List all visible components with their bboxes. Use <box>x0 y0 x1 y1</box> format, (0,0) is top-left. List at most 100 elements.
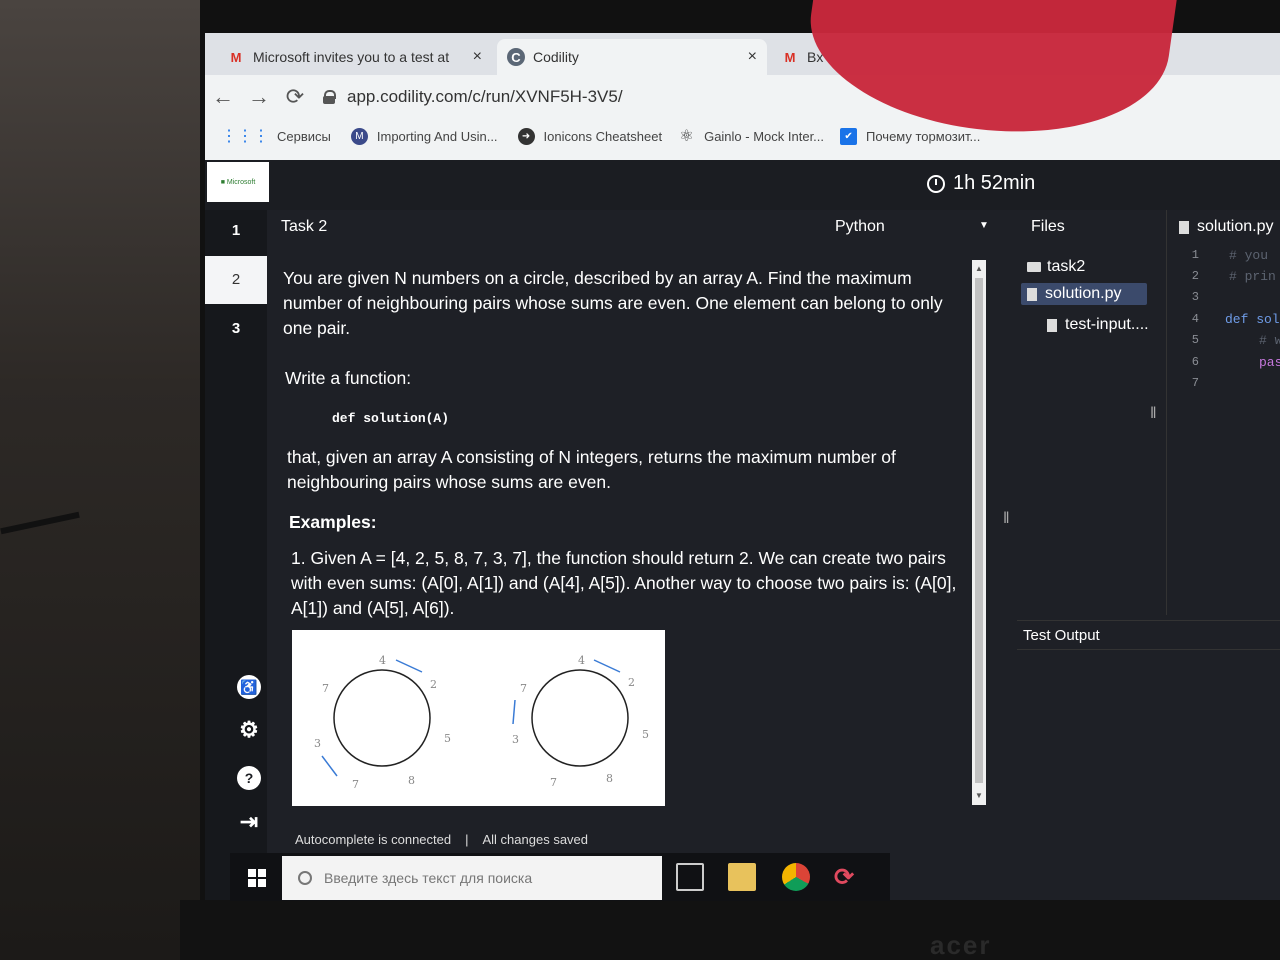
logout-icon[interactable]: ⇥ <box>237 809 261 834</box>
line-number: 1 <box>1191 248 1199 262</box>
pair-arc-right-0 <box>593 659 621 673</box>
write-a-function: Write a function: <box>285 368 412 388</box>
folder-label: task2 <box>1047 258 1086 275</box>
scroll-down-icon[interactable]: ▼ <box>972 789 986 803</box>
back-icon[interactable]: ← <box>205 84 241 110</box>
save-status: All changes saved <box>482 832 589 847</box>
taskbar-search-input[interactable]: Введите здесь текст для поиска <box>282 856 662 900</box>
windows-start-icon[interactable] <box>248 869 266 887</box>
examples-heading: Examples: <box>289 512 377 532</box>
close-icon[interactable]: × <box>748 48 757 66</box>
task-returns: that, given an array A consisting of N i… <box>287 447 896 492</box>
sidebar-task-1[interactable]: 1 <box>205 222 267 239</box>
gmail-icon: M <box>230 49 242 65</box>
tab-microsoft-invite[interactable]: M Microsoft invites you to a test at × <box>217 39 492 75</box>
status-bar: Autocomplete is connected | All changes … <box>295 832 588 847</box>
clock-icon <box>927 174 945 193</box>
editor-tab-solution[interactable]: solution.py <box>1179 218 1274 236</box>
example-figure: 4 2 5 8 7 3 7 4 2 5 8 7 3 7 <box>292 630 665 806</box>
line-number: 5 <box>1191 333 1199 347</box>
bookmark-favicon-icon: ✔ <box>840 127 858 145</box>
file-icon <box>1047 318 1057 332</box>
scroll-up-icon[interactable]: ▲ <box>972 262 986 276</box>
code-line: # prin <box>1229 269 1276 284</box>
app-topbar: ■ Microsoft 1h 52min <box>205 160 1280 210</box>
bookmarks-bar: ⋮⋮⋮ Сервисы M Importing And Usin... ➜ Io… <box>205 121 1280 151</box>
line-number: 4 <box>1191 312 1199 326</box>
sidebar-task-3[interactable]: 3 <box>205 320 267 337</box>
tab-codility[interactable]: C Codility × <box>497 39 767 75</box>
line-number: 2 <box>1191 269 1199 283</box>
file-explorer-icon[interactable] <box>728 863 756 891</box>
windows-taskbar: Введите здесь текст для поиска ⟳ <box>230 853 890 901</box>
gmail-icon: M <box>784 49 796 65</box>
chevron-down-icon[interactable]: ▼ <box>979 220 989 231</box>
apps-grid-icon: ⋮⋮⋮ <box>221 128 269 145</box>
folder-icon <box>1027 262 1041 272</box>
resize-handle-icon[interactable]: ‖ <box>1150 405 1157 423</box>
app-icon[interactable]: ⟳ <box>834 863 862 891</box>
bookmark-services[interactable]: ⋮⋮⋮ Сервисы <box>221 126 331 146</box>
figure-label: 4 <box>379 654 386 667</box>
acer-logo: acer <box>930 930 992 960</box>
task-intro: You are given N numbers on a circle, des… <box>283 268 943 338</box>
figure-label: 7 <box>550 776 557 789</box>
bookmark-importing[interactable]: M Importing And Usin... <box>350 127 498 145</box>
bookmark-label: Ionicons Cheatsheet <box>543 128 663 144</box>
pair-arc-right-1 <box>512 699 516 725</box>
figure-label: 8 <box>606 772 613 785</box>
right-circle <box>531 669 629 767</box>
pair-arc-left-0 <box>395 659 423 673</box>
figure-label: 5 <box>642 728 649 741</box>
left-circle <box>333 669 431 767</box>
files-panel: Files task2 solution.py test-input.... <box>1017 210 1167 615</box>
tab-label: Codility <box>533 49 579 65</box>
tree-file-solution[interactable]: solution.py <box>1021 283 1147 305</box>
scroll-thumb[interactable] <box>975 278 983 783</box>
pair-arc-left-1 <box>321 755 338 777</box>
lock-icon <box>323 90 336 104</box>
file-icon <box>1027 287 1037 301</box>
figure-label: 3 <box>512 733 519 746</box>
gainlo-icon: ⚛ <box>679 128 694 145</box>
language-select[interactable]: Python <box>835 218 885 236</box>
status-separator: | <box>465 832 469 847</box>
bookmark-ionicons[interactable]: ➜ Ionicons Cheatsheet <box>517 127 663 145</box>
tab-label: Microsoft invites you to a test at <box>253 49 450 65</box>
code-line: def sol <box>1225 312 1280 327</box>
gear-icon[interactable]: ⚙ <box>237 717 261 742</box>
function-signature: def solution(A) <box>332 411 450 426</box>
files-title: Files <box>1031 218 1065 235</box>
task-title: Task 2 <box>281 218 328 235</box>
chrome-icon[interactable] <box>782 863 810 891</box>
tree-file-test-input[interactable]: test-input.... <box>1047 316 1149 334</box>
resize-handle-icon[interactable]: ‖ <box>1003 510 1010 528</box>
line-number: 6 <box>1191 355 1199 369</box>
bookmark-pochemu[interactable]: ✔ Почему тормозит... <box>840 127 980 145</box>
figure-label: 7 <box>322 682 329 695</box>
description-scrollbar[interactable]: ▲ ▼ <box>972 260 986 805</box>
close-icon[interactable]: × <box>473 48 482 66</box>
forward-icon[interactable]: → <box>241 84 277 110</box>
url-text: app.codility.com/c/run/XVNF5H-3V5/ <box>347 87 623 106</box>
sidebar-task-2[interactable]: 2 <box>205 256 267 304</box>
task-view-icon[interactable] <box>676 863 704 891</box>
reload-icon[interactable]: ⟳ <box>277 84 313 110</box>
autocomplete-status: Autocomplete is connected <box>295 832 452 847</box>
codility-app: ■ Microsoft 1h 52min 1 2 3 ♿ ⚙ ? ⇥ Task … <box>205 160 1280 900</box>
figure-label: 7 <box>352 778 359 791</box>
code-line: # w <box>1259 333 1280 348</box>
code-line: # you <box>1229 248 1269 263</box>
circle-diagram: 4 2 5 8 7 3 7 4 2 5 8 7 3 7 <box>314 654 649 791</box>
address-bar[interactable]: app.codility.com/c/run/XVNF5H-3V5/ <box>323 87 623 107</box>
code-editor[interactable]: solution.py 1 2 3 4 5 6 7 # you # prin d… <box>1167 210 1280 615</box>
bookmark-gainlo[interactable]: ⚛ Gainlo - Mock Inter... <box>678 128 824 145</box>
accessibility-icon[interactable]: ♿ <box>237 675 261 699</box>
test-output-header[interactable]: Test Output <box>1017 620 1280 650</box>
search-icon <box>298 871 312 885</box>
help-icon[interactable]: ? <box>237 766 261 790</box>
figure-label: 2 <box>628 676 635 689</box>
ionicons-icon: ➜ <box>517 127 535 145</box>
tree-folder-task2[interactable]: task2 <box>1027 258 1085 276</box>
figure-label: 8 <box>408 774 415 787</box>
